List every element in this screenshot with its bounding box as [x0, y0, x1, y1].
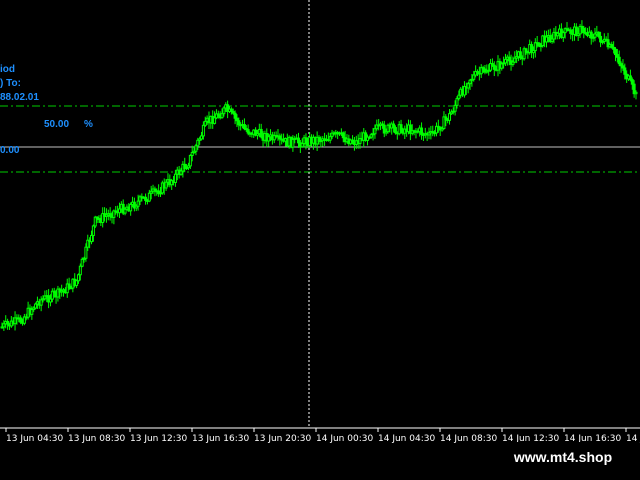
candle-body — [90, 234, 94, 243]
candle-body — [78, 265, 82, 276]
candle-body — [242, 124, 246, 130]
candle-body — [623, 67, 627, 75]
x-tick-label: 13 Jun 16:30 — [192, 434, 249, 444]
panel-line2: ) To: — [0, 78, 21, 89]
candle-body — [147, 192, 151, 202]
candle-body — [237, 120, 241, 126]
candle-body — [222, 107, 226, 115]
candle-body — [296, 137, 300, 144]
chart-background — [0, 0, 640, 480]
candle-body — [628, 75, 632, 81]
candle-body — [267, 136, 271, 142]
candle-body — [220, 113, 224, 119]
candle-body — [630, 79, 634, 85]
candle-body — [500, 63, 504, 69]
candle-body — [291, 138, 295, 148]
candle-body — [597, 31, 601, 37]
candle-body — [91, 225, 95, 236]
candle-body — [513, 57, 517, 63]
x-tick-label: 14 Jun 08:30 — [440, 434, 497, 444]
x-tick-label: 13 Jun 20:30 — [254, 434, 311, 444]
panel-price-value: 0.00 — [0, 145, 20, 156]
candle-body — [39, 299, 43, 306]
candle-body — [123, 208, 127, 214]
candle-body — [466, 83, 470, 89]
candle-body — [84, 246, 88, 259]
candle-body — [518, 51, 522, 59]
candle-body — [613, 48, 617, 56]
candle-body — [188, 154, 192, 167]
panel-percent-value: 50.00 — [44, 119, 69, 130]
candle-body — [457, 94, 461, 100]
panel-line3: 88.02.01 — [0, 92, 39, 103]
candle-body — [617, 56, 621, 65]
candle-body — [19, 317, 23, 323]
price-chart[interactable]: iod ) To: 88.02.01 50.00 % 0.00 13 Jun 0… — [0, 0, 640, 480]
candle-body — [117, 208, 121, 214]
candle-body — [67, 283, 71, 289]
candle-body — [373, 128, 377, 135]
candle-body — [393, 127, 397, 134]
candle-body — [328, 136, 332, 141]
candle-body — [75, 280, 79, 286]
candle-body — [448, 113, 452, 121]
candle-body — [507, 56, 511, 62]
candle-body — [201, 124, 205, 137]
candle-body — [455, 98, 459, 106]
x-tick-label: 13 Jun 04:30 — [6, 434, 63, 444]
candle-body — [173, 173, 177, 183]
candle-body — [194, 145, 198, 152]
candle-body — [561, 32, 565, 38]
candle-body — [34, 303, 38, 309]
candle-body — [246, 129, 250, 134]
candle-body — [420, 127, 424, 135]
candle-body — [341, 132, 345, 139]
x-tick-label: 13 Jun 08:30 — [68, 434, 125, 444]
candle-body — [634, 91, 638, 95]
candle-body — [544, 36, 548, 43]
candle-body — [392, 123, 396, 129]
candle-body — [503, 58, 507, 64]
candle-body — [136, 200, 140, 207]
candle-body — [164, 181, 168, 189]
candle-body — [80, 258, 84, 267]
candle-body — [233, 112, 237, 119]
candle-body — [196, 139, 200, 147]
candle-body — [259, 128, 263, 138]
candle-body — [203, 120, 207, 126]
panel-line1: iod — [0, 64, 15, 75]
candle-body — [582, 27, 586, 34]
panel-percent-sign: % — [84, 119, 93, 130]
candle-body — [30, 309, 34, 315]
x-tick-label: 14 Jun 04:30 — [378, 434, 435, 444]
candle-body — [453, 104, 457, 112]
x-tick-label: 13 Jun 12:30 — [130, 434, 187, 444]
candle-body — [569, 29, 573, 34]
candle-body — [399, 124, 403, 131]
candle-body — [304, 137, 308, 145]
candle-body — [129, 203, 133, 212]
candle-body — [213, 117, 217, 124]
candle-body — [76, 274, 80, 282]
x-tick-label: 14 Jun 00:30 — [316, 434, 373, 444]
watermark: www.mt4.shop — [496, 442, 630, 472]
candle-body — [472, 74, 476, 80]
candle-body — [492, 64, 496, 70]
